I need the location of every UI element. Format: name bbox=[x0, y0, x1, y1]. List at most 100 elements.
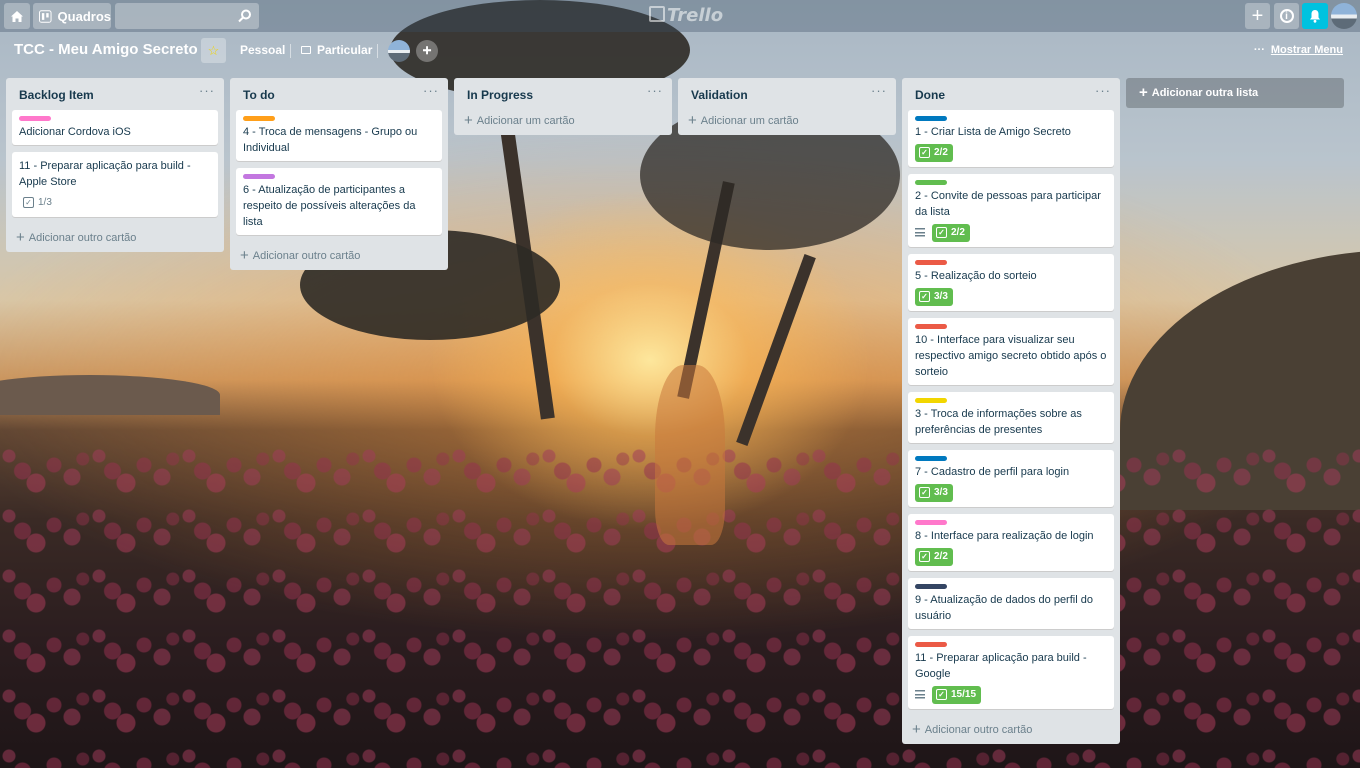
boards-label: Quadros bbox=[57, 8, 111, 24]
show-menu-label: Mostrar Menu bbox=[1270, 44, 1343, 56]
checklist-count: 1/3 bbox=[38, 197, 52, 208]
list-header[interactable]: Backlog Item ··· bbox=[6, 78, 224, 110]
checklist-badge: ✓ 15/15 bbox=[932, 685, 982, 704]
card-title: 1 - Criar Lista de Amigo Secreto bbox=[915, 126, 1071, 138]
add-card-button[interactable]: + Adicionar outro cartão bbox=[902, 716, 1120, 744]
search-input[interactable] bbox=[115, 3, 259, 29]
visibility-button[interactable]: Particular bbox=[301, 43, 372, 57]
list-header[interactable]: To do ··· bbox=[230, 78, 448, 110]
add-card-button[interactable]: + Adicionar um cartão bbox=[678, 107, 896, 135]
list-title[interactable]: Backlog Item bbox=[19, 88, 94, 102]
checklist-badge: ✓ 2/2 bbox=[932, 223, 970, 242]
card[interactable]: 10 - Interface para visualizar seu respe… bbox=[908, 318, 1114, 385]
logo-icon bbox=[649, 6, 665, 22]
plus-icon: + bbox=[688, 112, 697, 129]
notifications-button[interactable] bbox=[1302, 3, 1328, 29]
list-done: Done ··· 1 - Criar Lista de Amigo Secret… bbox=[902, 78, 1120, 744]
checklist-count: 3/3 bbox=[934, 291, 948, 302]
checklist-badge: ✓ 1/3 bbox=[19, 194, 57, 212]
card-label bbox=[915, 642, 947, 647]
card-label bbox=[915, 260, 947, 265]
add-list-button[interactable]: + Adicionar outra lista bbox=[1126, 78, 1344, 108]
list-menu-icon[interactable]: ··· bbox=[423, 83, 439, 98]
card-title: 8 - Interface para realização de login bbox=[915, 530, 1094, 542]
card-label bbox=[915, 456, 947, 461]
checklist-badge: ✓ 3/3 bbox=[915, 287, 953, 306]
trello-logo[interactable]: Trello bbox=[649, 5, 723, 26]
card[interactable]: 9 - Atualização de dados do perfil do us… bbox=[908, 578, 1114, 629]
list-title[interactable]: Done bbox=[915, 88, 945, 102]
checklist-icon: ✓ bbox=[23, 197, 34, 208]
checklist-icon: ✓ bbox=[919, 487, 930, 498]
card[interactable]: 11 - Preparar aplicação para build - Goo… bbox=[908, 636, 1114, 709]
list-menu-icon[interactable]: ··· bbox=[1095, 83, 1111, 98]
star-icon: ☆ bbox=[207, 42, 220, 58]
card[interactable]: 8 - Interface para realização de login ✓… bbox=[908, 514, 1114, 571]
team-button[interactable]: Pessoal bbox=[240, 43, 285, 57]
bell-icon bbox=[1310, 10, 1320, 23]
list-menu-icon[interactable]: ··· bbox=[647, 83, 663, 98]
checklist-icon: ✓ bbox=[919, 147, 930, 158]
card-label bbox=[19, 116, 51, 121]
show-menu-link[interactable]: ··· Mostrar Menu bbox=[1254, 44, 1343, 56]
star-button[interactable]: ☆ bbox=[201, 38, 226, 63]
info-button[interactable]: i bbox=[1274, 3, 1299, 29]
list-header[interactable]: In Progress ··· bbox=[454, 78, 672, 110]
list-in-progress: In Progress ··· + Adicionar um cartão bbox=[454, 78, 672, 135]
card-title: 9 - Atualização de dados do perfil do us… bbox=[915, 594, 1093, 622]
user-avatar[interactable] bbox=[1331, 3, 1357, 29]
list-title[interactable]: Validation bbox=[691, 88, 748, 102]
add-card-button[interactable]: + Adicionar outro cartão bbox=[230, 242, 448, 270]
checklist-icon: ✓ bbox=[919, 291, 930, 302]
invite-member-button[interactable]: ➕︎ bbox=[416, 40, 438, 62]
card-title: 5 - Realização do sorteio bbox=[915, 270, 1037, 282]
list-title[interactable]: In Progress bbox=[467, 88, 533, 102]
board-title[interactable]: TCC - Meu Amigo Secreto bbox=[14, 41, 198, 58]
home-icon bbox=[11, 10, 23, 22]
card[interactable]: 4 - Troca de mensagens - Grupo ou Indivi… bbox=[236, 110, 442, 161]
card-title: 3 - Troca de informações sobre as prefer… bbox=[915, 408, 1082, 436]
card-title: 4 - Troca de mensagens - Grupo ou Indivi… bbox=[243, 126, 418, 154]
create-button[interactable]: + bbox=[1245, 3, 1270, 29]
card[interactable]: 11 - Preparar aplicação para build - App… bbox=[12, 152, 218, 217]
add-card-button[interactable]: + Adicionar um cartão bbox=[454, 107, 672, 135]
add-card-label: Adicionar outro cartão bbox=[924, 724, 1033, 736]
card[interactable]: 5 - Realização do sorteio ✓ 3/3 bbox=[908, 254, 1114, 311]
add-card-label: Adicionar outro cartão bbox=[28, 232, 137, 244]
list-validation: Validation ··· + Adicionar um cartão bbox=[678, 78, 896, 135]
add-card-label: Adicionar um cartão bbox=[476, 115, 575, 127]
list-header[interactable]: Validation ··· bbox=[678, 78, 896, 110]
checklist-count: 2/2 bbox=[934, 147, 948, 158]
card-label bbox=[915, 398, 947, 403]
checklist-icon: ✓ bbox=[936, 689, 947, 700]
card[interactable]: Adicionar Cordova iOS bbox=[12, 110, 218, 145]
checklist-badge: ✓ 2/2 bbox=[915, 143, 953, 162]
card[interactable]: 6 - Atualização de participantes a respe… bbox=[236, 168, 442, 235]
card-title: 6 - Atualização de participantes a respe… bbox=[243, 184, 416, 228]
list-menu-icon[interactable]: ··· bbox=[199, 83, 215, 98]
description-icon bbox=[915, 228, 925, 237]
card[interactable]: 7 - Cadastro de perfil para login ✓ 3/3 bbox=[908, 450, 1114, 507]
boards-button[interactable]: Quadros bbox=[33, 3, 111, 29]
add-card-label: Adicionar outro cartão bbox=[252, 250, 361, 262]
ellipsis-icon: ··· bbox=[1253, 44, 1265, 56]
add-member-icon: ➕︎ bbox=[422, 44, 432, 57]
home-button[interactable] bbox=[4, 3, 30, 29]
list-menu-icon[interactable]: ··· bbox=[871, 83, 887, 98]
divider bbox=[377, 44, 378, 58]
card[interactable]: 2 - Convite de pessoas para participar d… bbox=[908, 174, 1114, 247]
card[interactable]: 1 - Criar Lista de Amigo Secreto ✓ 2/2 bbox=[908, 110, 1114, 167]
list-header[interactable]: Done ··· bbox=[902, 78, 1120, 110]
divider bbox=[290, 44, 291, 58]
board-header: TCC - Meu Amigo Secreto ☆ Pessoal Partic… bbox=[0, 36, 1360, 66]
search-icon[interactable] bbox=[238, 9, 252, 23]
card[interactable]: 3 - Troca de informações sobre as prefer… bbox=[908, 392, 1114, 443]
plus-icon: + bbox=[16, 229, 25, 246]
add-card-button[interactable]: + Adicionar outro cartão bbox=[6, 224, 224, 252]
checklist-count: 2/2 bbox=[951, 227, 965, 238]
card-label bbox=[915, 324, 947, 329]
list-title[interactable]: To do bbox=[243, 88, 275, 102]
checklist-badge: ✓ 3/3 bbox=[915, 483, 953, 502]
member-avatar[interactable] bbox=[388, 40, 410, 62]
plus-icon: + bbox=[912, 721, 921, 738]
